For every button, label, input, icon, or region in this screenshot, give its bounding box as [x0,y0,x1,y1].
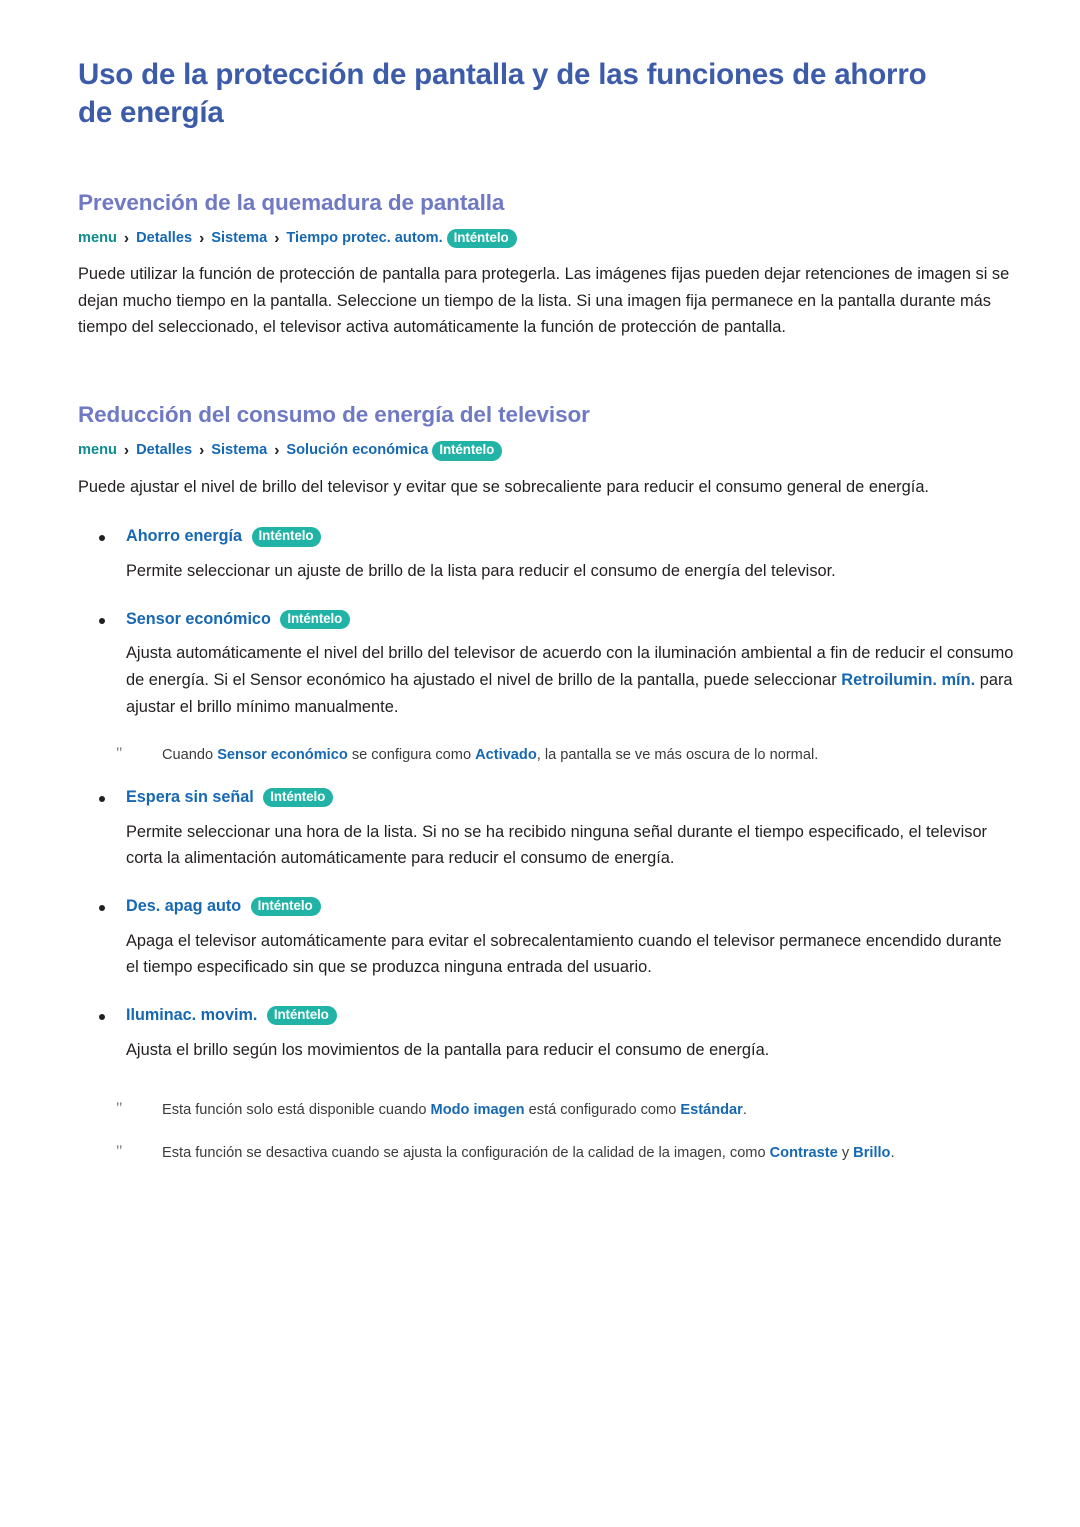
section-energy-reduction: Reducción del consumo de energía del tel… [78,401,1018,500]
list-item: Espera sin señal Inténtelo Permite selec… [78,787,1018,872]
bullet-label: Ahorro energía [126,527,243,546]
bullet-description: Ajusta automáticamente el nivel del bril… [126,644,1014,716]
bullet-dot-icon [99,904,105,911]
section-heading: Reducción del consumo de energía del tel… [78,402,590,428]
breadcrumb-root[interactable]: menu [78,230,117,248]
section-screen-burn-prevention: Prevención de la quemadura de pantalla m… [78,189,1018,341]
eco-options-list: Ahorro energía Inténtelo Permite selecci… [78,526,1018,1063]
breadcrumb-item-leaf[interactable]: Tiempo protec. autom. [286,230,442,248]
bullet-description: Permite seleccionar un ajuste de brillo … [126,562,836,581]
bullet-heading: Iluminac. movim. Inténtelo [78,1005,1018,1027]
bullet-dot-icon [99,795,105,802]
bullet-label: Iluminac. movim. [126,1005,258,1024]
section-paragraph: Puede utilizar la función de protección … [78,265,1010,337]
breadcrumb-item-sistema[interactable]: Sistema [211,230,267,248]
breadcrumb-separator-icon: › [274,442,280,460]
breadcrumb-separator-icon: › [199,229,205,247]
bullet-dot-icon [99,1013,105,1020]
bullet-dot-icon [99,617,105,624]
breadcrumb-separator-icon: › [123,229,130,247]
breadcrumb-separator-icon: › [123,442,130,460]
bullet-heading: Ahorro energía Inténtelo [78,526,1018,548]
document-page: Uso de la protección de pantalla y de la… [0,0,1080,1527]
bullet-description: Ajusta el brillo según los movimientos d… [126,1040,770,1059]
bullet-heading: Espera sin señal Inténtelo [78,787,1018,809]
breadcrumb-item-sistema[interactable]: Sistema [211,442,267,460]
list-item: Iluminac. movim. Inténtelo Ajusta el bri… [78,1005,1018,1063]
bullet-description: Apaga el televisor automáticamente para … [126,931,1002,977]
quote-mark-icon: " [116,745,123,763]
bullet-label: Espera sin señal [126,787,254,806]
note-text: Cuando Sensor económico se configura com… [162,747,819,764]
page-title: Uso de la protección de pantalla y de la… [78,58,927,130]
breadcrumb: menu › Detalles › Sistema › Tiempo prote… [78,228,1018,249]
try-it-badge[interactable]: Inténtelo [266,1005,337,1026]
bullet-heading: Sensor económico Inténtelo [78,609,1018,631]
try-it-badge[interactable]: Inténtelo [280,609,351,630]
quote-mark-icon: " [116,1100,123,1118]
breadcrumb-separator-icon: › [274,229,280,247]
try-it-badge[interactable]: Inténtelo [446,228,517,249]
bullet-description: Permite seleccionar una hora de la lista… [126,822,988,868]
section-heading: Prevención de la quemadura de pantalla [78,189,505,215]
breadcrumb-separator-icon: › [199,442,205,460]
breadcrumb-item-detalles[interactable]: Detalles [136,230,192,248]
bullet-dot-icon [99,535,105,542]
bullet-heading: Des. apag auto Inténtelo [78,896,1018,918]
note-text: Esta función se desactiva cuando se ajus… [162,1144,895,1161]
bullet-label: Des. apag auto [126,896,242,915]
footer-note: " Esta función solo está disponible cuan… [78,1099,1018,1122]
try-it-badge[interactable]: Inténtelo [432,441,503,461]
list-item: Des. apag auto Inténtelo Apaga el televi… [78,896,1018,981]
list-item: Ahorro energía Inténtelo Permite selecci… [78,526,1018,584]
quote-mark-icon: " [116,1142,123,1160]
breadcrumb-item-detalles[interactable]: Detalles [136,442,192,460]
breadcrumb-root[interactable]: menu [78,442,117,460]
section-paragraph: Puede ajustar el nivel de brillo del tel… [78,477,929,496]
inline-note: " Cuando Sensor económico se configura c… [78,744,1018,767]
breadcrumb: menu › Detalles › Sistema › Solución eco… [78,441,1018,461]
try-it-badge[interactable]: Inténtelo [263,787,334,808]
list-item: Sensor económico Inténtelo Ajusta automá… [78,609,1018,767]
try-it-badge[interactable]: Inténtelo [251,527,322,547]
try-it-badge[interactable]: Inténtelo [250,896,321,917]
bullet-label: Sensor económico [126,609,271,628]
footer-note: " Esta función se desactiva cuando se aj… [78,1142,1018,1165]
note-text: Esta función solo está disponible cuando… [162,1102,747,1119]
breadcrumb-item-leaf[interactable]: Solución económica [286,442,428,460]
